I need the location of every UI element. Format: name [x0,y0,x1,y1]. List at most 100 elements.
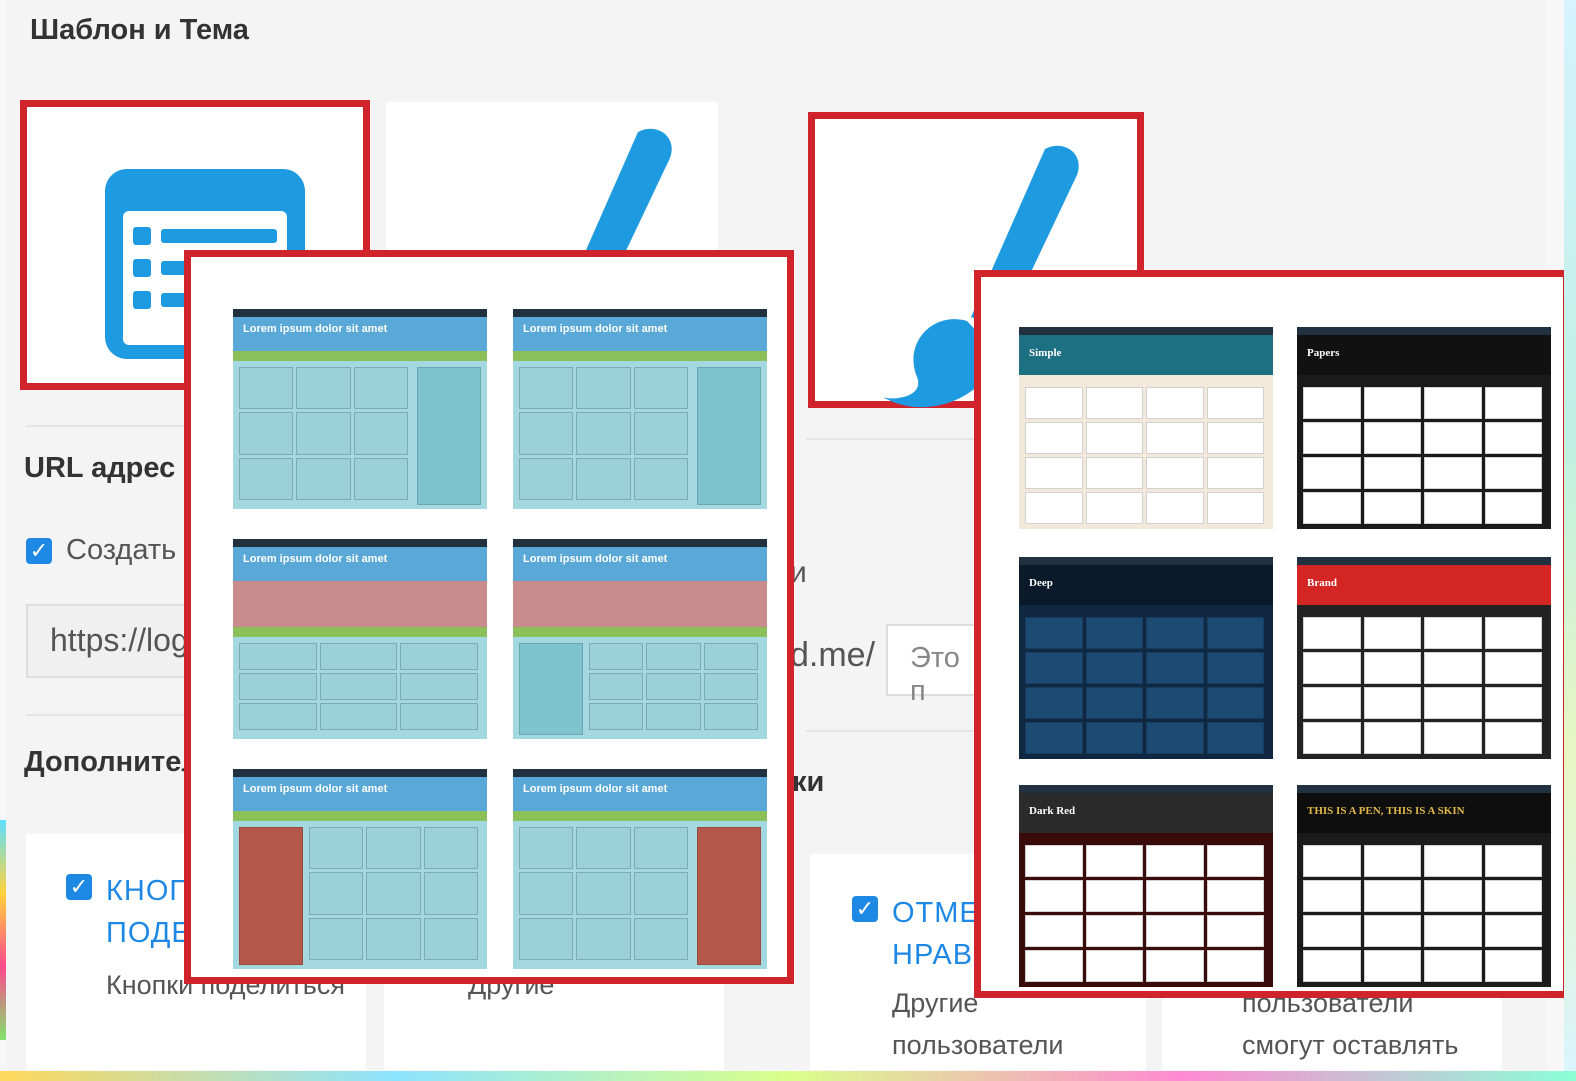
thumbnail-title: THIS IS A PEN, THIS IS A SKIN [1307,805,1465,817]
template-thumbnail[interactable]: Lorem ipsum dolor sit amet [513,309,767,509]
thumbnail-cell [1424,687,1482,719]
thumbnail-cell [633,367,688,410]
thumbnail-cell [309,827,364,870]
divider [26,714,196,716]
thumbnail-cell [1085,652,1143,684]
thumbnail-topbar [513,539,767,547]
theme-thumbnail[interactable]: Papers [1297,327,1551,529]
thumbnail-cell [703,643,758,670]
theme-thumbnail[interactable]: Simple [1019,327,1273,529]
thumbnail-title: Brand [1307,577,1337,589]
thumbnail-cell [589,673,644,700]
thumbnail-cell [1424,915,1482,947]
thumbnail-topbar [233,769,487,777]
thumbnail-cell [1206,880,1264,912]
theme-thumbnail[interactable]: Deep [1019,557,1273,759]
thumbnail-cell [1025,950,1083,982]
thumbnail-cell [1085,950,1143,982]
thumbnail-cell [1206,387,1264,419]
thumbnail-title: Lorem ipsum dolor sit amet [243,323,388,335]
thumbnail-cell [1484,722,1542,754]
thumbnail-cell [1424,880,1482,912]
thumbnail-cell [400,673,478,700]
thumbnail-sidebar [697,367,761,505]
share-buttons-checkbox[interactable]: ✓ [66,874,92,900]
thumbnail-cell [1303,915,1361,947]
thumbnail-cell [423,827,478,870]
thumbnail-cell [1025,457,1083,489]
thumbnail-cell [1484,387,1542,419]
thumbnail-cell [1206,845,1264,877]
thumbnail-nav [513,351,767,361]
thumbnail-cell [239,643,317,670]
template-thumbnail[interactable]: Lorem ipsum dolor sit amet [233,309,487,509]
thumbnail-cell [1303,687,1361,719]
theme-thumbnail[interactable]: Brand [1297,557,1551,759]
thumbnail-cell [1424,652,1482,684]
thumbnail-cell [1424,492,1482,524]
thumbnail-cell [1206,422,1264,454]
create-url-checkbox[interactable]: ✓ [26,538,52,564]
thumbnail-cell [309,917,364,960]
thumbnail-cell [239,457,294,500]
thumbnail-cell [1424,422,1482,454]
thumbnail-title: Lorem ipsum dolor sit amet [523,323,668,335]
frame-edge [0,1071,1576,1081]
theme-thumbnail[interactable]: Dark Red [1019,785,1273,987]
thumbnail-cell [1085,387,1143,419]
thumbnail-cell [519,827,574,870]
thumbnail-cell [646,643,701,670]
thumbnail-cell [353,457,408,500]
thumbnail-cell [353,367,408,410]
template-thumbnail[interactable]: Lorem ipsum dolor sit amet [233,539,487,739]
thumbnail-cell [1424,387,1482,419]
thumbnail-cell [1303,950,1361,982]
thumbnail-cell [1363,880,1421,912]
thumbnail-nav [513,627,767,637]
thumbnail-cell [1206,492,1264,524]
thumbnail-cell [1146,422,1204,454]
thumbnail-cell [1146,457,1204,489]
thumbnail-title: Dark Red [1029,805,1076,817]
thumbnail-cell [1025,722,1083,754]
template-thumbnail[interactable]: Lorem ipsum dolor sit amet [513,539,767,739]
thumbnail-cell [1146,617,1204,649]
theme-thumbnail[interactable]: THIS IS A PEN, THIS IS A SKIN [1297,785,1551,987]
thumbnail-cell [1363,422,1421,454]
thumbnail-cell [319,673,398,700]
thumbnail-cell [1025,652,1083,684]
thumbnail-cell [1484,457,1542,489]
frame-edge [0,820,6,1040]
thumbnail-cell [1146,687,1204,719]
thumbnail-cell [703,703,758,730]
thumbnail-cell [1206,617,1264,649]
url-prefix-field[interactable]: https://logi [26,604,206,678]
template-thumbnail[interactable]: Lorem ipsum dolor sit amet [513,769,767,969]
thumbnail-cell [1025,880,1083,912]
thumbnail-cell [576,367,631,410]
thumbnail-cell [1085,915,1143,947]
likes-checkbox[interactable]: ✓ [852,896,878,922]
thumbnail-cell [366,872,421,915]
thumbnail-cell [1206,950,1264,982]
thumbnail-header [1019,565,1273,605]
thumbnail-cell [319,643,398,670]
thumbnail-cell [1206,722,1264,754]
thumbnail-cell [1424,845,1482,877]
extra-section-title-right: ки [792,766,825,798]
thumbnail-cell [423,872,478,915]
template-thumbnail[interactable]: Lorem ipsum dolor sit amet [233,769,487,969]
frame-edge [1564,0,1576,1081]
thumbnail-cell [1363,492,1421,524]
thumbnail-cell [1025,422,1083,454]
thumbnail-cell [519,367,574,410]
thumbnail-cell [1206,915,1264,947]
thumbnail-cell [1303,845,1361,877]
thumbnail-cell [519,457,574,500]
thumbnail-cell [1484,687,1542,719]
thumbnail-cell [1025,492,1083,524]
theme-preview-panel: Simple Papers Deep Brand Dark Red THIS IS A P… [974,270,1570,998]
thumbnail-cell [1085,722,1143,754]
thumbnail-topbar [1297,327,1551,335]
thumbnail-cell [633,412,688,455]
